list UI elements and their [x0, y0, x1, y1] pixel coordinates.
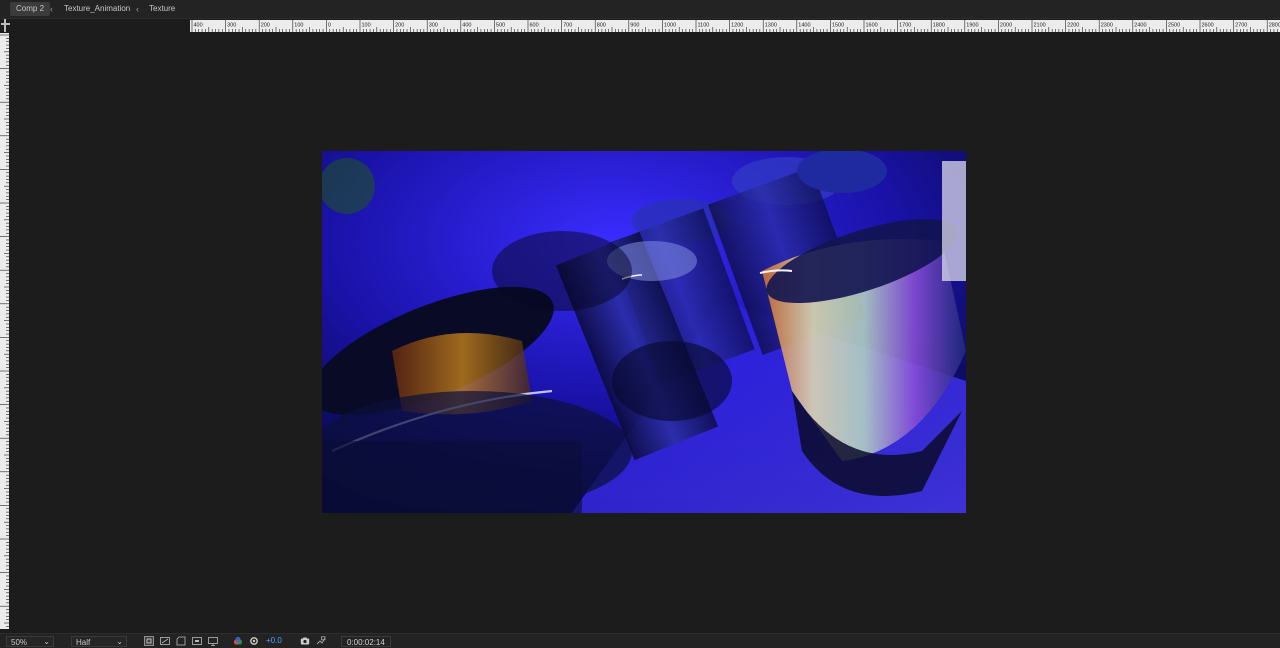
- ruler-label: 1500: [832, 23, 844, 29]
- breadcrumb-comp-2[interactable]: Comp 2: [10, 2, 51, 16]
- ruler-label: 2000: [1000, 23, 1012, 29]
- ruler-label: 1400: [798, 23, 810, 29]
- ruler-label: 0: [328, 23, 331, 29]
- horizontal-ruler[interactable]: 400 300 200 100 0 100 200 300 400 500 600 700 800 900…: [190, 20, 1280, 32]
- ruler-label: 1600: [866, 23, 878, 29]
- ruler-label: 2800: [1269, 23, 1280, 29]
- ruler-label: 100: [294, 23, 303, 29]
- ruler-label: 2300: [1101, 23, 1113, 29]
- resolution-value: Half: [76, 638, 91, 647]
- ruler-label: 500: [496, 23, 505, 29]
- ruler-label: 200: [261, 23, 270, 29]
- guides-icon[interactable]: [192, 636, 202, 646]
- exposure-value[interactable]: +0.0: [266, 634, 282, 648]
- ruler-label: 2400: [1134, 23, 1146, 29]
- grid-overlay-icon[interactable]: [208, 636, 218, 646]
- ruler-label: 900: [630, 23, 639, 29]
- ruler-label: 1100: [698, 23, 710, 29]
- ruler-label: 2600: [1202, 23, 1214, 29]
- chevron-down-icon: ⌄: [116, 637, 123, 646]
- ruler-label: 2100: [1034, 23, 1046, 29]
- region-of-interest-icon[interactable]: [144, 636, 154, 646]
- ruler-label: 200: [395, 23, 404, 29]
- render-frame: [322, 151, 966, 513]
- chevron-left-icon[interactable]: ‹: [136, 3, 139, 15]
- ruler-label: 1300: [765, 23, 777, 29]
- vertical-ruler[interactable]: [0, 33, 9, 629]
- ruler-label: 1700: [899, 23, 911, 29]
- ruler-label: 300: [429, 23, 438, 29]
- ruler-label: 400: [462, 23, 471, 29]
- ruler-label: 700: [563, 23, 572, 29]
- transparency-grid-icon[interactable]: [160, 636, 170, 646]
- ruler-label: 1000: [664, 23, 676, 29]
- ruler-label: 400: [194, 23, 203, 29]
- composition-frame[interactable]: [322, 151, 966, 513]
- breadcrumb-texture-animation[interactable]: Texture_Animation: [64, 2, 130, 16]
- ruler-label: 1900: [966, 23, 978, 29]
- snapshot-icon[interactable]: [300, 636, 310, 646]
- magnification-dropdown[interactable]: 50% ⌄: [6, 636, 54, 647]
- mask-path-icon[interactable]: [176, 636, 186, 646]
- chevron-down-icon: ⌄: [43, 637, 50, 646]
- ruler-label: 2500: [1168, 23, 1180, 29]
- ruler-label: 1800: [933, 23, 945, 29]
- ruler-label: 600: [530, 23, 539, 29]
- ruler-label: 2700: [1235, 23, 1247, 29]
- chevron-left-icon[interactable]: ‹: [50, 3, 53, 15]
- magnification-value: 50%: [11, 638, 28, 647]
- show-snapshot-icon[interactable]: [316, 636, 326, 646]
- resolution-dropdown[interactable]: Half ⌄: [71, 636, 127, 647]
- ruler-label: 1200: [731, 23, 743, 29]
- viewer-toolbar: 50% ⌄ Half ⌄ +0.0 0:00:02:14: [0, 633, 1280, 648]
- ruler-label: 2200: [1067, 23, 1079, 29]
- breadcrumb: Comp 2 ‹ Texture_Animation ‹ Texture: [0, 0, 1280, 19]
- current-time-display[interactable]: 0:00:02:14: [341, 636, 391, 647]
- channels-icon[interactable]: [233, 636, 243, 646]
- breadcrumb-texture[interactable]: Texture: [149, 2, 175, 16]
- color-management-icon[interactable]: [249, 636, 259, 646]
- ruler-label: 100: [362, 23, 371, 29]
- ruler-origin[interactable]: [0, 19, 10, 33]
- ruler-label: 300: [227, 23, 236, 29]
- ruler-label: 800: [597, 23, 606, 29]
